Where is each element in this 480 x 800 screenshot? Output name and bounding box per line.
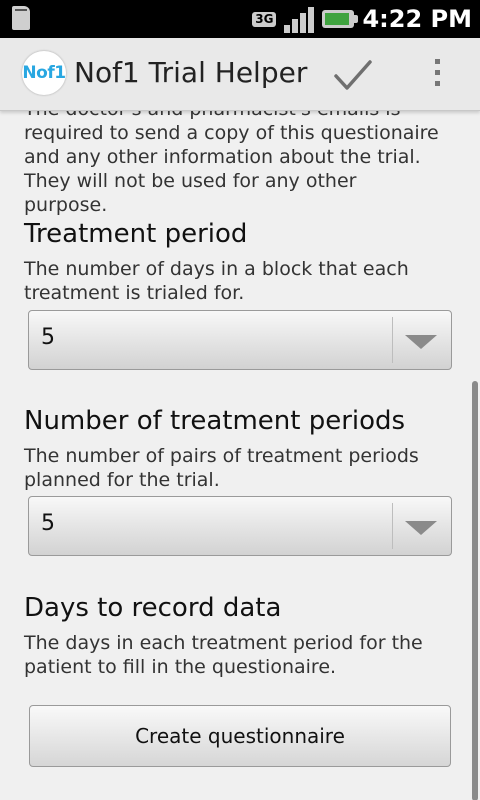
number-of-periods-value: 5 xyxy=(41,511,55,536)
clock: 4:22 PM xyxy=(362,5,472,33)
app-title: Nof1 Trial Helper xyxy=(74,56,308,89)
treatment-period-value: 5 xyxy=(41,325,55,350)
form-scroll-area[interactable]: The doctor's and pharmacist's emails is … xyxy=(0,111,480,800)
dropdown-arrow-icon xyxy=(405,521,437,535)
status-bar: 3G 4:22 PM xyxy=(0,0,480,38)
treatment-period-description: The number of days in a block that each … xyxy=(24,258,409,304)
number-of-periods-spinner[interactable]: 5 xyxy=(28,496,452,556)
intro-text: The doctor's and pharmacist's emails is … xyxy=(24,111,439,216)
days-to-record-heading: Days to record data xyxy=(24,593,282,623)
treatment-period-heading: Treatment period xyxy=(24,219,248,249)
spinner-divider xyxy=(392,503,393,549)
scrollbar[interactable] xyxy=(472,381,478,800)
number-of-periods-heading: Number of treatment periods xyxy=(24,406,406,436)
create-questionnaire-button[interactable]: Create questionnaire xyxy=(29,705,451,767)
days-to-record-description: The days in each treatment period for th… xyxy=(24,632,423,678)
dropdown-arrow-icon xyxy=(405,335,437,349)
treatment-period-spinner[interactable]: 5 xyxy=(28,310,452,370)
sd-card-icon xyxy=(12,6,30,30)
signal-icon xyxy=(284,5,315,33)
app-logo[interactable]: Nof1 xyxy=(22,51,66,95)
spinner-divider xyxy=(392,317,393,363)
check-icon[interactable] xyxy=(330,52,376,98)
overflow-menu-icon[interactable] xyxy=(430,56,444,92)
number-of-periods-description: The number of pairs of treatment periods… xyxy=(24,445,419,491)
action-bar: Nof1 Nof1 Trial Helper xyxy=(0,38,480,111)
battery-icon xyxy=(322,10,359,28)
network-3g-icon: 3G xyxy=(252,11,277,27)
